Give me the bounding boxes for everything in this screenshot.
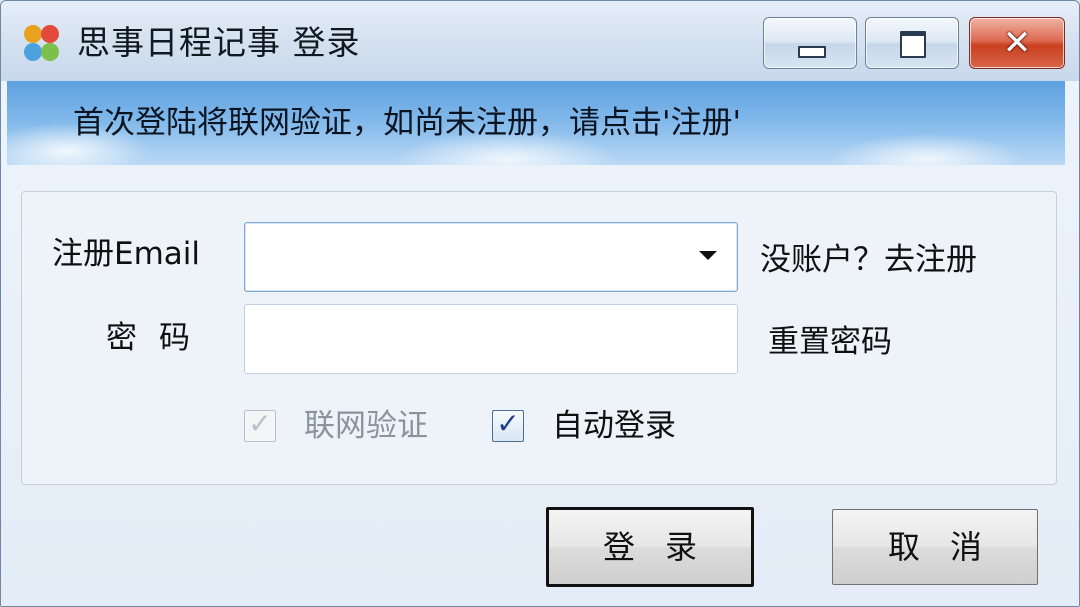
info-banner: 首次登陆将联网验证，如尚未注册，请点击'注册' — [7, 81, 1065, 165]
auto-login-label[interactable]: 自动登录 — [552, 406, 676, 446]
login-form: 注册Email 没账户？去注册 密码 重置密码 ✓ 联网验证 ✓ 自动登录 — [21, 191, 1057, 485]
check-icon: ✓ — [248, 407, 272, 440]
close-icon: ✕ — [1002, 23, 1032, 63]
password-field[interactable] — [253, 313, 727, 365]
register-link[interactable]: 没账户？去注册 — [760, 240, 977, 280]
app-logo-icon — [24, 25, 59, 61]
online-verify-label: 联网验证 — [304, 408, 428, 444]
login-window: 思事日程记事 登录 ✕ 首次登陆将联网验证，如尚未注册，请点击'注册' 注册Em… — [0, 0, 1080, 607]
banner-text: 首次登陆将联网验证，如尚未注册，请点击'注册' — [73, 105, 742, 141]
email-field[interactable] — [253, 231, 687, 283]
cancel-button[interactable]: 取消 — [832, 509, 1038, 585]
email-combobox[interactable] — [244, 222, 738, 292]
maximize-icon — [900, 31, 926, 58]
title-bar[interactable]: 思事日程记事 登录 ✕ — [1, 1, 1079, 81]
chevron-down-icon[interactable] — [699, 251, 717, 260]
window-title: 思事日程记事 登录 — [77, 23, 361, 62]
close-button[interactable]: ✕ — [969, 17, 1065, 69]
password-box[interactable] — [244, 304, 738, 374]
email-label: 注册Email — [52, 236, 201, 272]
minimize-button[interactable] — [763, 17, 857, 69]
login-button[interactable]: 登录 — [546, 507, 754, 587]
minimize-icon — [798, 46, 826, 58]
password-label: 密码 — [106, 320, 212, 356]
check-icon: ✓ — [496, 407, 520, 440]
reset-password-link[interactable]: 重置密码 — [768, 322, 892, 362]
maximize-button[interactable] — [865, 17, 959, 69]
auto-login-checkbox[interactable]: ✓ — [492, 407, 524, 442]
online-verify-checkbox: ✓ — [244, 407, 276, 442]
